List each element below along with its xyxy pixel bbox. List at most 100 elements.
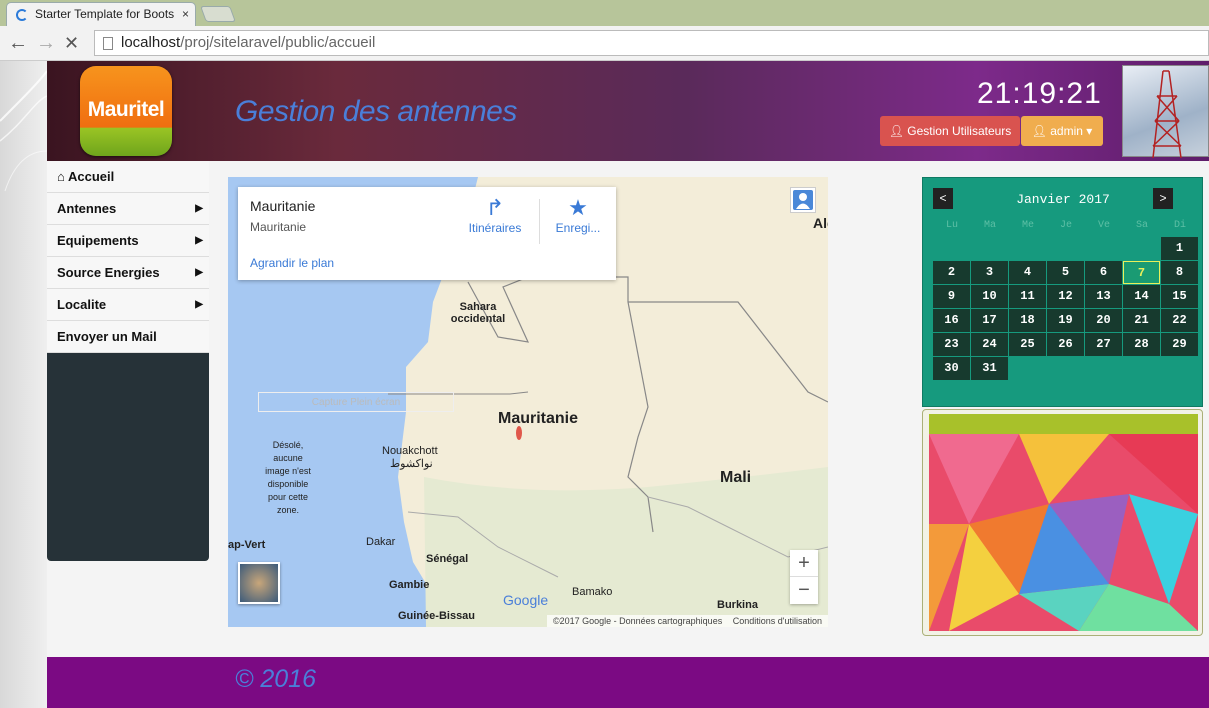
directions-icon: ↱ (485, 195, 505, 220)
directions-label: Itinéraires (468, 221, 522, 235)
calendar-day[interactable]: 16 (933, 309, 970, 332)
site-header: Mauritel Gestion des antennes 21:19:21 👤… (47, 61, 1209, 161)
browser-tab-strip: Starter Template for Boots × (0, 0, 1209, 26)
calendar-day[interactable]: 10 (971, 285, 1008, 308)
back-icon[interactable]: ← (8, 32, 28, 55)
directions-button[interactable]: ↱ Itinéraires (467, 195, 523, 235)
loading-icon (16, 9, 28, 21)
tab-close-icon[interactable]: × (177, 3, 189, 25)
calendar-day[interactable]: 2 (933, 261, 970, 284)
save-button[interactable]: ★ Enregi... (548, 195, 608, 235)
calendar-day[interactable]: 18 (1009, 309, 1046, 332)
decorative-swirl (0, 61, 47, 708)
calendar-next-button[interactable]: > (1153, 188, 1173, 209)
calendar-day[interactable]: 9 (933, 285, 970, 308)
zoom-out-button[interactable]: − (790, 577, 818, 603)
capture-fullscreen-text: Capture Plein écran (258, 392, 454, 412)
google-map[interactable]: Mauritanie Mauritanie ↱ Itinéraires ★ En… (228, 177, 828, 627)
calendar-day[interactable]: 28 (1123, 333, 1160, 356)
calendar-weekday: Ve (1097, 220, 1110, 231)
calendar-day[interactable]: 12 (1047, 285, 1084, 308)
map-attribution: ©2017 Google - Données cartographiques C… (546, 615, 828, 627)
calendar-day[interactable]: 4 (1009, 261, 1046, 284)
calendar-title: Janvier 2017 (1016, 192, 1110, 207)
calendar-day[interactable]: 19 (1047, 309, 1084, 332)
map-label-nouakchott-ar: نواكشوط (390, 458, 433, 470)
calendar-day[interactable]: 11 (1009, 285, 1046, 308)
calendar-day[interactable]: 13 (1085, 285, 1122, 308)
terms-link[interactable]: Conditions d'utilisation (733, 616, 822, 626)
caret-down-icon: ▾ (1086, 124, 1093, 138)
satellite-toggle[interactable] (238, 562, 280, 604)
site-footer: © 2016 (47, 657, 1209, 708)
sidebar-item-label: Localite (57, 297, 107, 312)
calendar-prev-button[interactable]: < (933, 188, 953, 209)
save-label: Enregi... (555, 221, 601, 235)
antenna-tower-image (1122, 65, 1209, 159)
address-bar[interactable]: localhost/proj/sitelaravel/public/accuei… (94, 30, 1209, 56)
user-icon: 👤︎ (888, 124, 904, 138)
sidebar-item-source-energies[interactable]: Source Energies ▶ (47, 257, 209, 289)
sidebar-item-accueil[interactable]: ⌂ Accueil (47, 161, 209, 193)
clock: 21:19:21 (977, 77, 1102, 110)
copyright: © 2016 (235, 665, 316, 693)
calendar-day[interactable]: 15 (1161, 285, 1198, 308)
chevron-right-icon: ▶ (195, 299, 203, 310)
calendar-day[interactable]: 7 (1123, 261, 1160, 284)
calendar-day[interactable]: 21 (1123, 309, 1160, 332)
calendar-day[interactable]: 31 (971, 357, 1008, 380)
sidebar-item-envoyer-mail[interactable]: Envoyer un Mail (47, 321, 209, 353)
calendar-weekday: Je (1059, 220, 1072, 231)
calendar-day[interactable]: 17 (971, 309, 1008, 332)
browser-tab[interactable]: Starter Template for Boots × (6, 2, 196, 26)
calendar-day[interactable]: 25 (1009, 333, 1046, 356)
calendar-weekday: Di (1173, 220, 1186, 231)
browser-toolbar: ← → ✕ localhost/proj/sitelaravel/public/… (0, 26, 1209, 61)
calendar-day[interactable]: 24 (971, 333, 1008, 356)
map-label-senegal: Sénégal (426, 553, 469, 565)
zoom-in-button[interactable]: + (790, 550, 818, 577)
gestion-utilisateurs-button[interactable]: 👤︎ Gestion Utilisateurs (880, 116, 1020, 146)
calendar-day[interactable]: 29 (1161, 333, 1198, 356)
mauritel-logo[interactable]: Mauritel (80, 66, 172, 156)
calendar-day[interactable]: 5 (1047, 261, 1084, 284)
sidebar-item-localite[interactable]: Localite ▶ (47, 289, 209, 321)
sidebar-item-label: Source Energies (57, 265, 160, 280)
home-icon: ⌂ (57, 169, 65, 184)
page-icon (103, 37, 113, 50)
tab-title: Starter Template for Boots (35, 7, 175, 21)
calendar-day[interactable]: 8 (1161, 261, 1198, 284)
forward-icon[interactable]: → (36, 32, 56, 55)
map-label-mauritanie: Mauritanie (498, 410, 579, 427)
place-subtitle: Mauritanie (250, 220, 307, 234)
chevron-right-icon: ▶ (195, 203, 203, 214)
calendar-day[interactable]: 14 (1123, 285, 1160, 308)
enlarge-map-link[interactable]: Agrandir le plan (250, 256, 334, 270)
calendar-day[interactable]: 27 (1085, 333, 1122, 356)
sidebar-item-equipements[interactable]: Equipements ▶ (47, 225, 209, 257)
place-card: Mauritanie Mauritanie ↱ Itinéraires ★ En… (238, 187, 616, 280)
calendar-day[interactable]: 23 (933, 333, 970, 356)
admin-dropdown-button[interactable]: 👤︎ admin ▾ (1021, 116, 1103, 146)
star-icon: ★ (568, 195, 588, 220)
calendar-day[interactable]: 30 (933, 357, 970, 380)
calendar-day[interactable]: 20 (1085, 309, 1122, 332)
calendar-day[interactable]: 22 (1161, 309, 1198, 332)
sidebar-item-antennes[interactable]: Antennes ▶ (47, 193, 209, 225)
street-view-pegman-icon[interactable] (790, 187, 816, 213)
divider (539, 199, 540, 244)
calendar-day[interactable]: 26 (1047, 333, 1084, 356)
calendar-day[interactable]: 3 (971, 261, 1008, 284)
calendar-day[interactable]: 1 (1161, 237, 1198, 260)
new-tab-button[interactable] (200, 6, 236, 22)
map-label-gambie: Gambie (389, 579, 430, 591)
page-title: Gestion des antennes (235, 95, 517, 128)
sidebar-menu: ⌂ Accueil Antennes ▶ Equipements ▶ Sourc… (47, 161, 209, 561)
calendar-day[interactable]: 6 (1085, 261, 1122, 284)
panel-header-bar (929, 414, 1198, 434)
map-label-mali: Mali (720, 469, 752, 486)
calendar-weekday: Lu (945, 220, 958, 231)
url-host: localhost (121, 34, 181, 51)
page-content: Mauritel Gestion des antennes 21:19:21 👤… (0, 61, 1209, 708)
stop-icon[interactable]: ✕ (64, 33, 79, 54)
